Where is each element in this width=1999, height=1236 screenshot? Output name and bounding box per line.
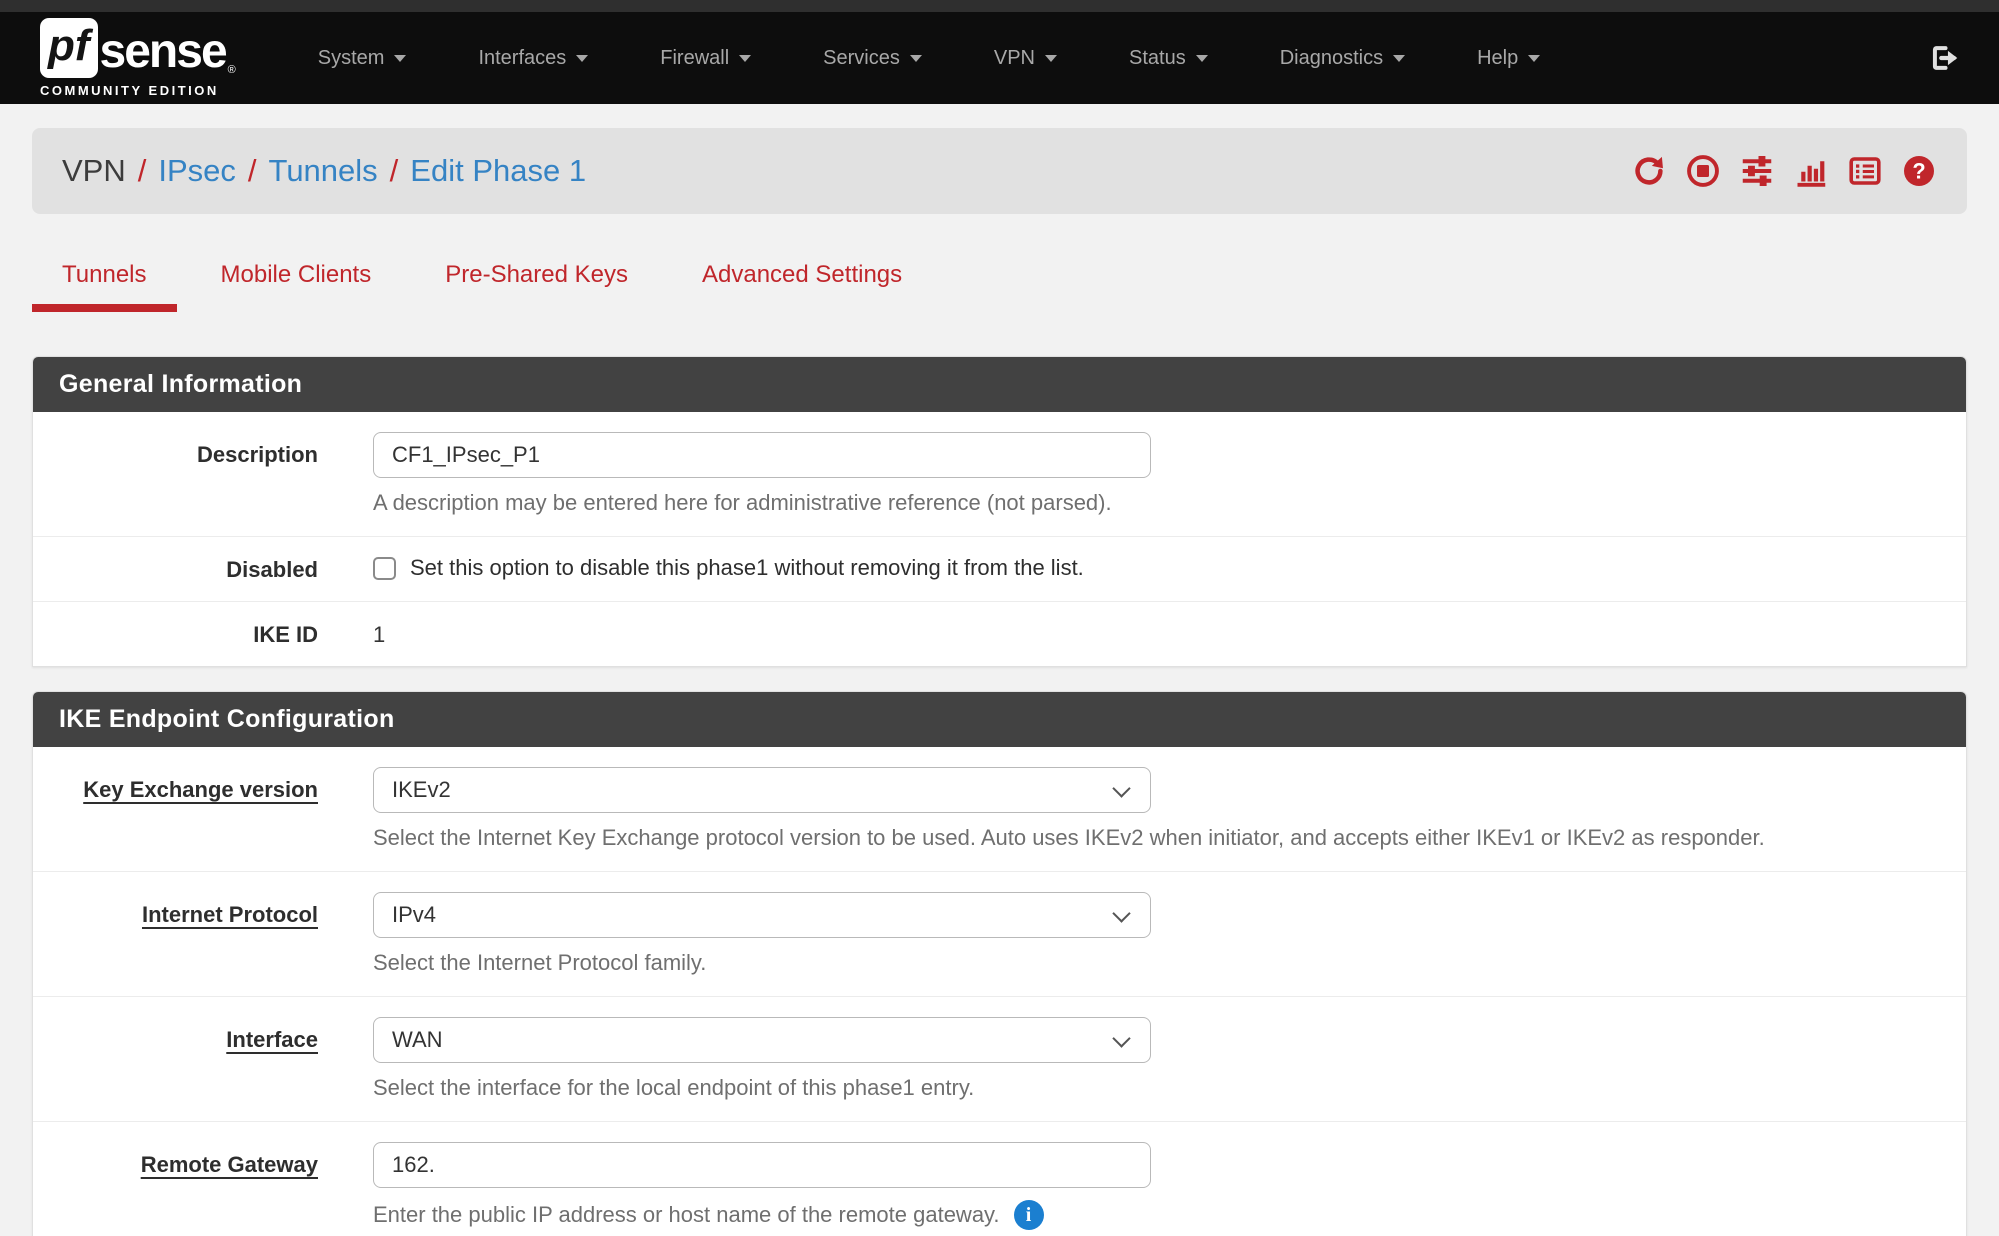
internet-protocol-label: Internet Protocol bbox=[33, 892, 363, 976]
chevron-down-icon bbox=[1045, 55, 1057, 62]
registered-mark: ® bbox=[228, 64, 236, 76]
breadcrumb-vpn: VPN bbox=[62, 153, 126, 189]
log-icon[interactable] bbox=[1847, 153, 1883, 189]
chevron-down-icon bbox=[1112, 779, 1130, 797]
form-row-description: Description A description may be entered… bbox=[33, 412, 1966, 537]
nav-item-label: Diagnostics bbox=[1280, 47, 1383, 70]
key-exchange-selected-value: IKEv2 bbox=[392, 777, 451, 803]
disabled-label: Disabled bbox=[33, 555, 363, 583]
community-edition-label: COMMUNITY EDITION bbox=[40, 83, 236, 98]
info-icon[interactable]: i bbox=[1014, 1200, 1044, 1230]
remote-gateway-label-text: Remote Gateway bbox=[141, 1152, 318, 1177]
internet-protocol-selected-value: IPv4 bbox=[392, 902, 436, 928]
disabled-checkbox[interactable] bbox=[373, 557, 396, 580]
nav-item-diagnostics[interactable]: Diagnostics bbox=[1244, 47, 1441, 70]
form-row-key-exchange: Key Exchange version IKEv2 Select the In… bbox=[33, 747, 1966, 872]
nav-item-label: VPN bbox=[994, 47, 1035, 70]
svg-text:?: ? bbox=[1912, 159, 1925, 184]
nav-item-label: Help bbox=[1477, 47, 1518, 70]
tab-tunnels[interactable]: Tunnels bbox=[32, 248, 177, 312]
internet-protocol-select[interactable]: IPv4 bbox=[373, 892, 1151, 938]
nav-item-firewall[interactable]: Firewall bbox=[624, 47, 787, 70]
nav-item-label: Services bbox=[823, 47, 900, 70]
pfsense-logo[interactable]: pf sense ® COMMUNITY EDITION bbox=[40, 18, 236, 98]
breadcrumb-tunnels-link[interactable]: Tunnels bbox=[269, 153, 378, 189]
breadcrumb-separator: / bbox=[378, 153, 411, 189]
interface-help: Select the interface for the local endpo… bbox=[373, 1075, 1966, 1101]
nav-item-help[interactable]: Help bbox=[1441, 47, 1576, 70]
key-exchange-select[interactable]: IKEv2 bbox=[373, 767, 1151, 813]
breadcrumb-edit-phase1-link[interactable]: Edit Phase 1 bbox=[410, 153, 586, 189]
breadcrumb-ipsec-link[interactable]: IPsec bbox=[158, 153, 236, 189]
pf-logo-box: pf bbox=[40, 18, 98, 78]
breadcrumb-separator: / bbox=[236, 153, 269, 189]
top-strip bbox=[0, 0, 1999, 12]
disabled-checkbox-label: Set this option to disable this phase1 w… bbox=[410, 555, 1084, 581]
chevron-down-icon bbox=[1112, 904, 1130, 922]
section-title-ike-endpoint: IKE Endpoint Configuration bbox=[33, 692, 1966, 747]
description-help: A description may be entered here for ad… bbox=[373, 490, 1966, 516]
form-row-remote-gateway: Remote Gateway Enter the public IP addre… bbox=[33, 1122, 1966, 1236]
nav-item-label: Status bbox=[1129, 47, 1186, 70]
nav-item-system[interactable]: System bbox=[282, 47, 443, 70]
chevron-down-icon bbox=[1196, 55, 1208, 62]
chart-icon[interactable] bbox=[1793, 153, 1829, 189]
breadcrumb-bar: VPN / IPsec / Tunnels / Edit Phase 1 bbox=[32, 128, 1967, 214]
key-exchange-label: Key Exchange version bbox=[33, 767, 363, 851]
tab-bar: Tunnels Mobile Clients Pre-Shared Keys A… bbox=[32, 248, 1967, 312]
tab-pre-shared-keys[interactable]: Pre-Shared Keys bbox=[415, 248, 658, 312]
help-icon[interactable]: ? bbox=[1901, 153, 1937, 189]
stop-icon[interactable] bbox=[1685, 153, 1721, 189]
chevron-down-icon bbox=[576, 55, 588, 62]
internet-protocol-help: Select the Internet Protocol family. bbox=[373, 950, 1966, 976]
breadcrumb-separator: / bbox=[126, 153, 159, 189]
chevron-down-icon bbox=[1112, 1029, 1130, 1047]
form-row-internet-protocol: Internet Protocol IPv4 Select the Intern… bbox=[33, 872, 1966, 997]
sign-out-icon[interactable] bbox=[1925, 41, 1959, 75]
chevron-down-icon bbox=[910, 55, 922, 62]
nav-item-status[interactable]: Status bbox=[1093, 47, 1244, 70]
chevron-down-icon bbox=[739, 55, 751, 62]
chevron-down-icon bbox=[1528, 55, 1540, 62]
tab-advanced-settings[interactable]: Advanced Settings bbox=[672, 248, 932, 312]
remote-gateway-label: Remote Gateway bbox=[33, 1142, 363, 1230]
sense-logo-text: sense bbox=[100, 28, 226, 78]
breadcrumb: VPN / IPsec / Tunnels / Edit Phase 1 bbox=[62, 153, 586, 189]
remote-gateway-input[interactable] bbox=[373, 1142, 1151, 1188]
main-navbar: pf sense ® COMMUNITY EDITION System Inte… bbox=[0, 12, 1999, 104]
chevron-down-icon bbox=[1393, 55, 1405, 62]
interface-selected-value: WAN bbox=[392, 1027, 443, 1053]
nav-item-label: Firewall bbox=[660, 47, 729, 70]
ike-id-label: IKE ID bbox=[33, 620, 363, 648]
remote-gateway-help-text: Enter the public IP address or host name… bbox=[373, 1202, 1000, 1228]
interface-label: Interface bbox=[33, 1017, 363, 1101]
key-exchange-help: Select the Internet Key Exchange protoco… bbox=[373, 825, 1966, 851]
refresh-icon[interactable] bbox=[1631, 153, 1667, 189]
chevron-down-icon bbox=[394, 55, 406, 62]
nav-item-label: System bbox=[318, 47, 385, 70]
nav-item-vpn[interactable]: VPN bbox=[958, 47, 1093, 70]
form-row-interface: Interface WAN Select the interface for t… bbox=[33, 997, 1966, 1122]
general-information-panel: General Information Description A descri… bbox=[32, 356, 1967, 667]
key-exchange-label-text: Key Exchange version bbox=[83, 777, 318, 802]
description-input[interactable] bbox=[373, 432, 1151, 478]
section-title-general: General Information bbox=[33, 357, 1966, 412]
internet-protocol-label-text: Internet Protocol bbox=[142, 902, 318, 927]
interface-label-text: Interface bbox=[226, 1027, 318, 1052]
nav-menu: System Interfaces Firewall Services VPN … bbox=[282, 47, 1576, 70]
nav-item-label: Interfaces bbox=[478, 47, 566, 70]
form-row-ike-id: IKE ID 1 bbox=[33, 602, 1966, 666]
tab-mobile-clients[interactable]: Mobile Clients bbox=[191, 248, 402, 312]
sliders-icon[interactable] bbox=[1739, 153, 1775, 189]
nav-item-services[interactable]: Services bbox=[787, 47, 958, 70]
interface-select[interactable]: WAN bbox=[373, 1017, 1151, 1063]
ike-endpoint-panel: IKE Endpoint Configuration Key Exchange … bbox=[32, 691, 1967, 1236]
nav-item-interfaces[interactable]: Interfaces bbox=[442, 47, 624, 70]
remote-gateway-help: Enter the public IP address or host name… bbox=[373, 1200, 1966, 1230]
page-action-icons: ? bbox=[1631, 153, 1937, 189]
ike-id-value: 1 bbox=[373, 620, 1966, 648]
description-label: Description bbox=[33, 432, 363, 516]
form-row-disabled: Disabled Set this option to disable this… bbox=[33, 537, 1966, 602]
